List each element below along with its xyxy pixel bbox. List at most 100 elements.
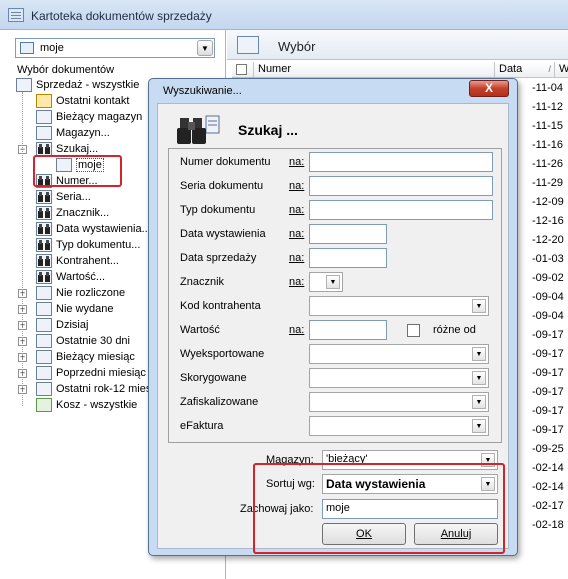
tree-item-label: Kontrahent... xyxy=(56,255,119,267)
main-titlebar: Kartoteka dokumentów sprzedaży xyxy=(0,0,568,30)
row-date: -02-14 xyxy=(532,481,564,493)
tree-item[interactable]: Ostatni kontakt xyxy=(36,94,129,110)
data-sprzedazy-input[interactable] xyxy=(309,248,387,268)
dialog-heading: Szukaj ... xyxy=(238,122,298,138)
tree-item[interactable]: Data wystawienia... xyxy=(36,222,151,238)
select-column-header[interactable] xyxy=(232,62,254,78)
tree-item-label: Sprzedaż - wszystkie xyxy=(36,79,140,91)
wartosc-input[interactable] xyxy=(309,320,387,340)
tree-item[interactable]: Bieżący magazyn xyxy=(36,110,142,126)
row-date: -09-17 xyxy=(532,367,564,379)
filter-combo[interactable]: moje ▼ xyxy=(15,38,215,58)
tree-item-label: Ostatnie 30 dni xyxy=(56,335,130,347)
recycle-bin-icon xyxy=(36,398,52,412)
row-date: -02-18 xyxy=(532,519,564,531)
row-date: -09-25 xyxy=(532,443,564,455)
sort-icon: / xyxy=(548,64,551,74)
tree-item-label: Wartość... xyxy=(56,271,106,283)
row-date: -09-04 xyxy=(532,291,564,303)
tree-item[interactable]: Seria... xyxy=(36,190,91,206)
row-date: -09-17 xyxy=(532,405,564,417)
chevron-down-icon: ▼ xyxy=(472,299,486,313)
label-wartosc: Wartość xyxy=(180,324,220,336)
binoculars-icon xyxy=(36,270,52,284)
tree-item-label: Data wystawienia... xyxy=(56,223,151,235)
tree-item[interactable]: Typ dokumentu... xyxy=(36,238,140,254)
tree-item[interactable]: Poprzedni miesiąc xyxy=(36,366,146,382)
tree-item-label: Bieżący miesiąc xyxy=(56,351,135,363)
chevron-down-icon: ▼ xyxy=(472,347,486,361)
chevron-down-icon[interactable]: ▼ xyxy=(197,40,213,56)
skorygowane-select[interactable]: ▼ xyxy=(309,368,489,388)
dialog-title: Wyszukiwanie... xyxy=(163,85,242,97)
column-data[interactable]: Data / xyxy=(495,62,555,78)
tree-item-label: Nie wydane xyxy=(56,303,114,315)
list-icon xyxy=(36,366,52,380)
highlight-frame-sort xyxy=(253,463,505,554)
row-date: -12-09 xyxy=(532,196,564,208)
tree-item[interactable]: Znacznik... xyxy=(36,206,109,222)
list-icon xyxy=(36,318,52,332)
tree-item-label: Poprzedni miesiąc xyxy=(56,367,146,379)
list-icon xyxy=(36,350,52,364)
chevron-down-icon: ▼ xyxy=(472,419,486,433)
select-all-checkbox[interactable] xyxy=(236,64,247,75)
tree-item[interactable]: Magazyn... xyxy=(36,126,110,142)
tree-item[interactable]: Ostatni rok-12 mies xyxy=(36,382,151,398)
tree-item-label: Typ dokumentu... xyxy=(56,239,141,251)
list-icon xyxy=(237,36,259,54)
kod-kontrahenta-select[interactable]: ▼ xyxy=(309,296,489,316)
label-typ-dokumentu: Typ dokumentu xyxy=(180,204,256,216)
tree-connector xyxy=(22,92,23,406)
data-wystawienia-input[interactable] xyxy=(309,224,387,244)
na-label: na: xyxy=(289,156,305,168)
list-icon xyxy=(16,78,32,92)
efaktura-select[interactable]: ▼ xyxy=(309,416,489,436)
selection-title: Wybór xyxy=(278,39,316,54)
wyeksportowane-select[interactable]: ▼ xyxy=(309,344,489,364)
tree-item[interactable]: Kontrahent... xyxy=(36,254,119,270)
zafiskalizowane-select[interactable]: ▼ xyxy=(309,392,489,412)
tree-item[interactable]: Nie wydane xyxy=(36,302,113,318)
na-label: na: xyxy=(289,252,305,264)
rozne-od-checkbox[interactable] xyxy=(407,324,420,337)
tree-item[interactable]: Kosz - wszystkie xyxy=(36,398,137,414)
label-znacznik: Znacznik xyxy=(180,276,225,288)
row-date: -02-14 xyxy=(532,462,564,474)
tree-item-label: Kosz - wszystkie xyxy=(56,399,138,411)
chevron-down-icon: ▼ xyxy=(472,371,486,385)
label-efaktura: eFaktura xyxy=(180,420,224,432)
label-numer-dokumentu: Numer dokumentu xyxy=(180,156,271,168)
row-date: -09-02 xyxy=(532,272,564,284)
tree-item-label: Magazyn... xyxy=(56,127,110,139)
star-icon xyxy=(36,94,52,108)
list-icon xyxy=(36,302,52,316)
filter-combo-value: moje xyxy=(40,42,64,54)
seria-dokumentu-input[interactable] xyxy=(309,176,493,196)
tree-item-label: Bieżący magazyn xyxy=(56,111,143,123)
column-w[interactable]: W xyxy=(555,62,568,78)
tree-item[interactable]: Sprzedaż - wszystkie xyxy=(16,78,139,94)
tree-item[interactable]: Nie rozliczone xyxy=(36,286,125,302)
na-label: na: xyxy=(289,204,305,216)
znacznik-select[interactable]: ▼ xyxy=(309,272,343,292)
list-icon xyxy=(36,110,52,124)
tree-item[interactable]: Bieżący miesiąc xyxy=(36,350,135,366)
tree-item[interactable]: Wartość... xyxy=(36,270,105,286)
rozne-od-label: różne od xyxy=(433,324,476,336)
row-date: -01-03 xyxy=(532,253,564,265)
tree-item[interactable]: Dzisiaj xyxy=(36,318,88,334)
binoculars-icon xyxy=(36,254,52,268)
row-date: -09-17 xyxy=(532,329,564,341)
close-button[interactable]: X xyxy=(469,80,509,97)
numer-dokumentu-input[interactable] xyxy=(309,152,493,172)
row-date: -12-16 xyxy=(532,215,564,227)
binoculars-icon xyxy=(36,238,52,252)
row-date: -09-04 xyxy=(532,310,564,322)
typ-dokumentu-input[interactable] xyxy=(309,200,493,220)
column-numer[interactable]: Numer xyxy=(254,62,495,78)
tree-item[interactable]: Ostatnie 30 dni xyxy=(36,334,130,350)
row-date: -12-20 xyxy=(532,234,564,246)
tree-item-label: Ostatni rok-12 mies xyxy=(56,383,152,395)
row-date: -11-29 xyxy=(532,177,563,189)
